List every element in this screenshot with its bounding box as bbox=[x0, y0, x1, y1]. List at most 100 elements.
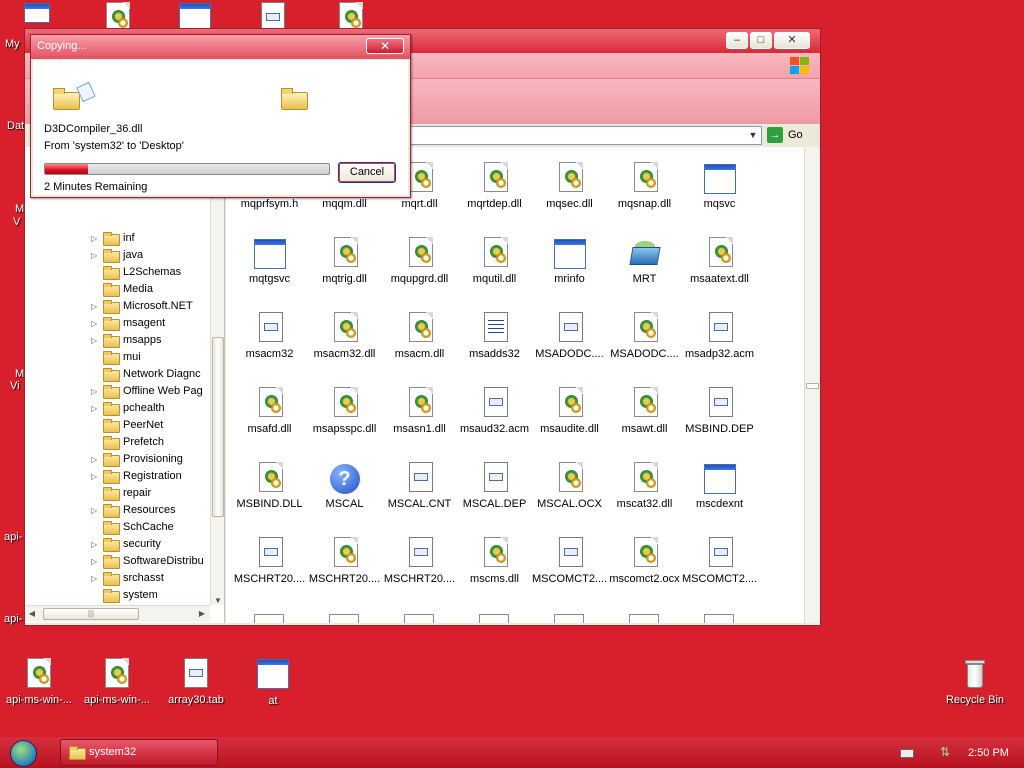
tree-item[interactable]: L2Schemas bbox=[91, 264, 209, 281]
tree-item[interactable]: ▷ inf bbox=[91, 230, 209, 247]
file-item[interactable]: MSBIND.DLL bbox=[232, 458, 307, 510]
tree-item[interactable]: ▷ SoftwareDistribu bbox=[91, 553, 209, 570]
file-item[interactable]: mscdexnt bbox=[682, 458, 757, 510]
scroll-left-arrow-icon[interactable]: ◀ bbox=[25, 609, 39, 618]
file-item[interactable]: mqtgsvc bbox=[232, 233, 307, 285]
address-input[interactable] bbox=[405, 126, 762, 145]
go-button[interactable]: → Go bbox=[767, 126, 815, 145]
file-item[interactable]: msacm32.dll bbox=[307, 308, 382, 360]
copy-dialog-close-button[interactable]: ✕ bbox=[366, 38, 404, 54]
tree-item[interactable]: repair bbox=[91, 485, 209, 502]
file-list[interactable]: mqprfsym.h mqqm.dll mqrt.dll mqrtdep.dll mqs… bbox=[226, 147, 820, 623]
file-list-scroll-thumb[interactable] bbox=[806, 383, 819, 389]
file-item[interactable]: mscat32.dll bbox=[607, 458, 682, 510]
scroll-down-arrow-icon[interactable]: ▼ bbox=[211, 596, 224, 605]
file-item[interactable]: msaud32.acm bbox=[457, 383, 532, 435]
folder-tree[interactable]: ▷ inf ▷ java L2Schemas Media ▷ Microsoft.NET ▷ ms… bbox=[25, 147, 225, 623]
file-item[interactable]: mqupgrd.dll bbox=[382, 233, 457, 285]
file-item[interactable]: mqtrig.dll bbox=[307, 233, 382, 285]
keyboard-icon[interactable] bbox=[900, 749, 914, 758]
copy-dialog-titlebar[interactable]: Copying... ✕ bbox=[31, 35, 410, 59]
file-item-partial[interactable] bbox=[629, 614, 659, 623]
tree-item[interactable]: ▷ Offline Web Pag bbox=[91, 383, 209, 400]
file-item[interactable]: MSADODC.... bbox=[607, 308, 682, 360]
close-button[interactable]: ✕ bbox=[774, 32, 810, 49]
file-item[interactable]: MSCAL.CNT bbox=[382, 458, 457, 510]
tree-item[interactable]: SchCache bbox=[91, 519, 209, 536]
cancel-button[interactable]: Cancel bbox=[338, 162, 396, 183]
file-item[interactable]: mrinfo bbox=[532, 233, 607, 285]
expand-arrow-icon[interactable]: ▷ bbox=[91, 570, 103, 587]
file-item[interactable]: msaatext.dll bbox=[682, 233, 757, 285]
minimize-button[interactable]: – bbox=[726, 32, 748, 49]
file-item-partial[interactable] bbox=[404, 614, 434, 623]
file-item[interactable]: msaudite.dll bbox=[532, 383, 607, 435]
file-item[interactable]: msapsspc.dll bbox=[307, 383, 382, 435]
file-item[interactable]: mqsec.dll bbox=[532, 158, 607, 210]
clock[interactable]: 2:50 PM bbox=[968, 747, 1009, 759]
tree-item[interactable]: ▷ Resources bbox=[91, 502, 209, 519]
expand-arrow-icon[interactable]: ▷ bbox=[91, 298, 103, 315]
tree-item[interactable]: ▷ srchasst bbox=[91, 570, 209, 587]
file-item[interactable]: msasn1.dll bbox=[382, 383, 457, 435]
tree-item[interactable]: Prefetch bbox=[91, 434, 209, 451]
tree-item[interactable]: ▷ msagent bbox=[91, 315, 209, 332]
address-dropdown-arrow-icon[interactable]: ▼ bbox=[745, 127, 761, 144]
expand-arrow-icon[interactable]: ▷ bbox=[91, 383, 103, 400]
tree-hscroll-thumb[interactable]: ||| bbox=[43, 608, 139, 620]
tree-scroll-thumb[interactable] bbox=[212, 337, 224, 517]
desktop-icon-bottom-3[interactable]: array30.tab bbox=[157, 658, 235, 706]
file-item-partial[interactable] bbox=[254, 614, 284, 623]
recycle-bin[interactable]: Recycle Bin bbox=[936, 658, 1014, 706]
expand-arrow-icon[interactable]: ▷ bbox=[91, 553, 103, 570]
desktop-icon-bottom-4[interactable]: at bbox=[234, 658, 312, 707]
file-item[interactable]: MSCHRT20.... bbox=[382, 533, 457, 585]
start-button[interactable] bbox=[2, 737, 50, 768]
file-item-partial[interactable] bbox=[554, 614, 584, 623]
tree-item[interactable]: ▷ Provisioning bbox=[91, 451, 209, 468]
tree-item[interactable]: ▷ security bbox=[91, 536, 209, 553]
file-item[interactable]: MSCOMCT2.... bbox=[532, 533, 607, 585]
file-item-partial[interactable] bbox=[329, 614, 359, 623]
taskbar-item-system32[interactable]: system32 bbox=[60, 739, 218, 766]
scroll-right-arrow-icon[interactable]: ▶ bbox=[195, 609, 209, 618]
file-item[interactable]: msawt.dll bbox=[607, 383, 682, 435]
tree-horizontal-scrollbar[interactable]: ◀ ||| ▶ bbox=[25, 605, 210, 622]
file-list-scrollbar[interactable] bbox=[804, 147, 820, 623]
tree-item[interactable]: ▷ Registration bbox=[91, 468, 209, 485]
file-item[interactable]: mqsnap.dll bbox=[607, 158, 682, 210]
file-item[interactable]: msadds32 bbox=[457, 308, 532, 360]
file-item-partial[interactable] bbox=[704, 614, 734, 623]
tree-item[interactable]: ▷ msapps bbox=[91, 332, 209, 349]
tree-vertical-scrollbar[interactable]: ▼ bbox=[210, 147, 224, 605]
tree-item[interactable]: system bbox=[91, 587, 209, 604]
expand-arrow-icon[interactable]: ▷ bbox=[91, 400, 103, 417]
expand-arrow-icon[interactable]: ▷ bbox=[91, 332, 103, 349]
file-item[interactable]: MSCAL.DEP bbox=[457, 458, 532, 510]
file-item-partial[interactable] bbox=[479, 614, 509, 623]
tree-item[interactable]: mui bbox=[91, 349, 209, 366]
file-item[interactable]: mqsvc bbox=[682, 158, 757, 210]
tree-item[interactable]: ▷ Microsoft.NET bbox=[91, 298, 209, 315]
file-item[interactable]: msadp32.acm bbox=[682, 308, 757, 360]
expand-arrow-icon[interactable]: ▷ bbox=[91, 502, 103, 519]
tree-item[interactable]: Network Diagnc bbox=[91, 366, 209, 383]
expand-arrow-icon[interactable]: ▷ bbox=[91, 468, 103, 485]
file-item[interactable]: mscms.dll bbox=[457, 533, 532, 585]
file-item[interactable]: MSCHRT20.... bbox=[232, 533, 307, 585]
file-item[interactable]: MRT bbox=[607, 233, 682, 285]
file-item[interactable]: MSCAL.OCX bbox=[532, 458, 607, 510]
file-item[interactable]: mqrtdep.dll bbox=[457, 158, 532, 210]
file-item[interactable]: msacm32 bbox=[232, 308, 307, 360]
desktop-icon-bottom-1[interactable]: api-ms-win-... bbox=[0, 658, 78, 706]
expand-arrow-icon[interactable]: ▷ bbox=[91, 247, 103, 264]
expand-arrow-icon[interactable]: ▷ bbox=[91, 315, 103, 332]
expand-arrow-icon[interactable]: ▷ bbox=[91, 230, 103, 247]
file-item[interactable]: MSADODC.... bbox=[532, 308, 607, 360]
network-icon[interactable]: ⇅ bbox=[940, 745, 954, 759]
file-item[interactable]: MSCOMCT2.... bbox=[682, 533, 757, 585]
expand-arrow-icon[interactable]: ▷ bbox=[91, 536, 103, 553]
desktop-icon-bottom-2[interactable]: api-ms-win-... bbox=[78, 658, 156, 706]
file-item[interactable]: msafd.dll bbox=[232, 383, 307, 435]
file-item[interactable]: msacm.dll bbox=[382, 308, 457, 360]
